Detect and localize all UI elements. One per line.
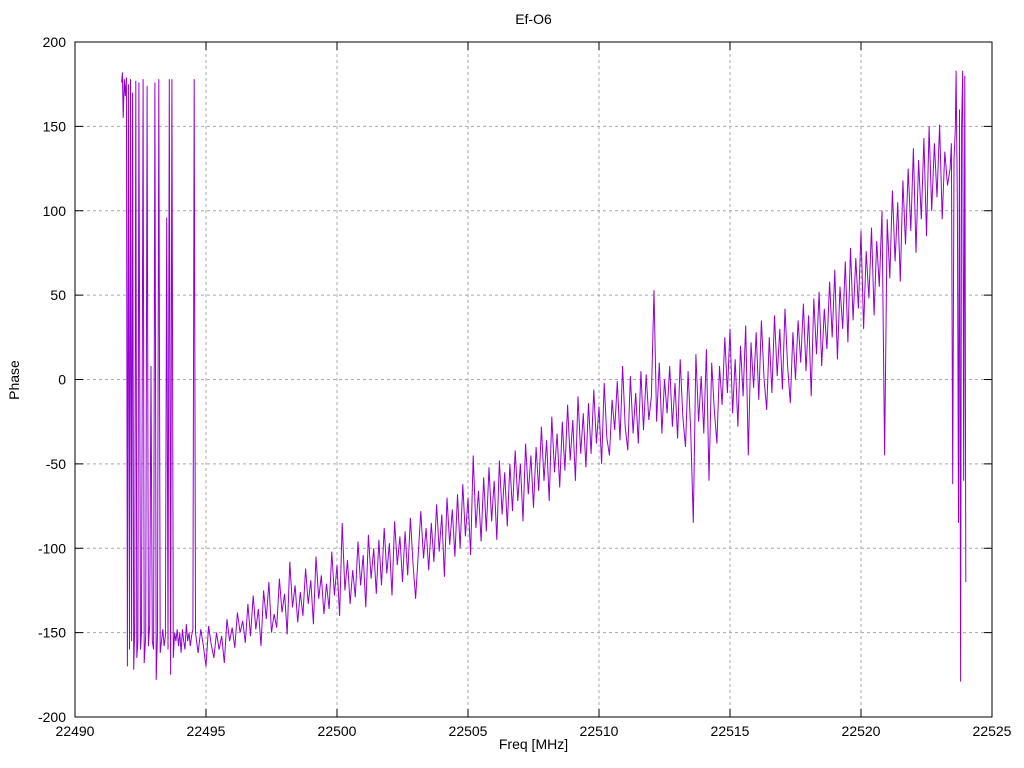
y-tick-label: -200 [38,709,66,725]
x-tick-label: 22490 [56,723,95,739]
tick-label-layer: 22490 22495 22500 22505 22510 22515 22520 22525… [38,34,1012,739]
y-tick-label: 150 [43,118,67,134]
x-tick-label: 22495 [187,723,226,739]
y-tick-label: 200 [43,34,67,50]
y-tick-label: 100 [43,203,67,219]
x-tick-label: 22520 [842,723,881,739]
y-tick-label: -50 [46,456,66,472]
y-tick-label: -150 [38,625,66,641]
x-tick-label: 22500 [318,723,357,739]
y-tick-label: 50 [50,287,66,303]
y-tick-label: 0 [58,372,66,388]
x-tick-label: 22510 [580,723,619,739]
phase-chart-canvas: 22490 22495 22500 22505 22510 22515 22520 22525… [38,34,1012,739]
y-tick-label: -100 [38,540,66,556]
series-layer [121,70,967,682]
phase-trace [121,70,967,682]
x-tick-label: 22505 [449,723,488,739]
x-tick-label: 22515 [711,723,750,739]
plot-window: Ef-O6 Phase Freq [MHz] 22490 22495 22500 22… [0,0,1024,768]
grid-layer [74,41,993,718]
x-tick-label: 22525 [973,723,1012,739]
